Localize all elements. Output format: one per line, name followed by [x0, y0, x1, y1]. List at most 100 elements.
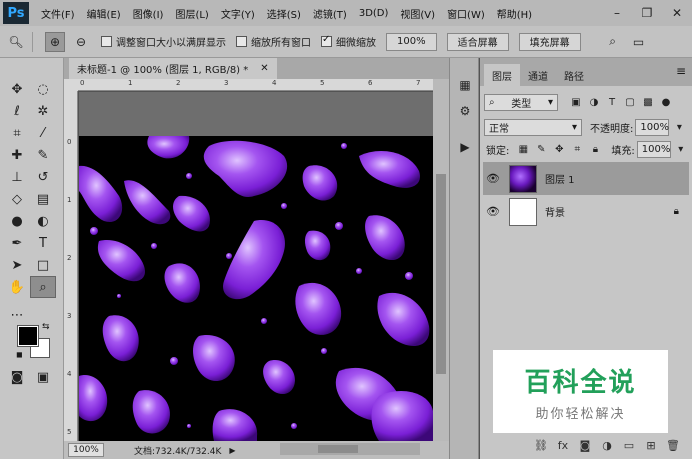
filter-type-icon[interactable]: T [604, 95, 620, 111]
menu-file[interactable]: 文件(F) [41, 6, 75, 21]
document-tab[interactable]: 未标题-1 @ 100% (图层 1, RGB/8) * ✕ [69, 58, 277, 79]
restore-button[interactable]: ❐ [632, 0, 662, 26]
status-menu-arrow-icon[interactable]: ▶ [229, 446, 235, 455]
lock-pixels-icon[interactable]: ✎ [533, 142, 549, 158]
actions-play-icon[interactable]: ▶ [452, 136, 478, 158]
brush-tool-icon[interactable]: ✎ [30, 144, 56, 166]
layer-row[interactable]: 👁︎ 图层 1 [483, 162, 689, 195]
path-selection-tool-icon[interactable]: ➤ [4, 254, 30, 276]
zoom-all-windows-checkbox[interactable]: 缩放所有窗口 [236, 34, 311, 49]
quick-mask-icon[interactable]: ◙ [4, 366, 30, 388]
delete-layer-icon[interactable]: 🗑︎ [662, 439, 684, 452]
clone-stamp-tool-icon[interactable]: ⊥ [4, 166, 30, 188]
opacity-field[interactable]: 100% [635, 119, 670, 136]
default-colors-icon[interactable]: ◼ [16, 350, 23, 359]
scrubby-zoom-checkbox[interactable]: 细微缩放 [321, 34, 376, 49]
dodge-tool-icon[interactable]: ◐ [30, 210, 56, 232]
adjustment-layer-icon[interactable]: ◑ [596, 439, 618, 452]
new-layer-icon[interactable]: ⊞ [640, 439, 662, 452]
horizontal-scrollbar[interactable] [280, 443, 420, 455]
menu-view[interactable]: 视图(V) [400, 6, 435, 21]
rectangle-tool-icon[interactable]: □ [30, 254, 56, 276]
fx-icon[interactable]: fx [552, 439, 574, 452]
layer-name[interactable]: 背景 [545, 204, 565, 219]
options-bar: 🔍︎ ⊕ ⊖ 调整窗口大小以满屏显示 缩放所有窗口 细微缩放 100% 适合屏幕… [0, 26, 692, 58]
history-panel-icon[interactable]: ▦ [452, 74, 478, 96]
tab-paths[interactable]: 路径 [556, 64, 592, 86]
eyedropper-tool-icon[interactable]: ⁄ [30, 122, 56, 144]
fill-field[interactable]: 100% [636, 141, 671, 158]
vertical-ruler: 0 1 2 3 4 5 [64, 91, 78, 441]
resize-windows-checkbox[interactable]: 调整窗口大小以满屏显示 [101, 34, 226, 49]
healing-brush-tool-icon[interactable]: ✚ [4, 144, 30, 166]
minimize-button[interactable]: – [602, 0, 632, 26]
crop-tool-icon[interactable]: ⌗ [4, 122, 30, 144]
menu-3d[interactable]: 3D(D) [359, 8, 389, 19]
menu-edit[interactable]: 编辑(E) [87, 6, 121, 21]
swap-colors-icon[interactable]: ⇆ [42, 322, 50, 332]
properties-panel-icon[interactable]: ⚙ [452, 100, 478, 122]
filter-adjustment-icon[interactable]: ◑ [586, 95, 602, 111]
filter-shape-icon[interactable]: ▢ [622, 95, 638, 111]
filter-kind-select[interactable]: ⌕ 类型 ▾ [484, 94, 558, 111]
lasso-tool-icon[interactable]: ℓ [4, 100, 30, 122]
menu-image[interactable]: 图像(I) [133, 6, 164, 21]
menu-help[interactable]: 帮助(H) [497, 6, 532, 21]
fill-screen-button[interactable]: 填充屏幕 [518, 32, 581, 51]
layer-row[interactable]: 👁︎ 背景 🔒︎ [483, 195, 689, 228]
tab-layers[interactable]: 图层 [484, 64, 520, 86]
filter-pixel-icon[interactable]: ▣ [568, 95, 584, 111]
pen-tool-icon[interactable]: ✒ [4, 232, 30, 254]
panel-menu-icon[interactable]: ≡ [676, 64, 686, 78]
document-canvas[interactable] [79, 136, 433, 441]
zoom-100-button[interactable]: 100% [386, 32, 437, 51]
lock-transparent-icon[interactable]: ▦ [515, 142, 531, 158]
zoom-out-icon[interactable]: ⊖ [71, 32, 91, 52]
blur-tool-icon[interactable]: ● [4, 210, 30, 232]
lock-position-icon[interactable]: ✥ [551, 142, 567, 158]
zoom-in-icon[interactable]: ⊕ [45, 31, 65, 52]
filter-search-icon: ⌕ [489, 97, 495, 108]
foreground-color-swatch[interactable] [17, 325, 39, 347]
tab-channels[interactable]: 通道 [520, 64, 556, 86]
search-icon[interactable]: ⌕ [603, 32, 623, 52]
magic-wand-tool-icon[interactable]: ✲ [30, 100, 56, 122]
layer-mask-icon[interactable]: ◙ [574, 439, 596, 452]
zoom-tool-preset-icon[interactable]: 🔍︎ [6, 32, 26, 52]
scroll-thumb[interactable] [436, 174, 446, 374]
scroll-thumb[interactable] [318, 445, 358, 453]
lock-all-icon[interactable]: 🔒︎ [587, 142, 603, 158]
history-brush-tool-icon[interactable]: ↺ [30, 166, 56, 188]
workspace-icon[interactable]: ▭ [629, 32, 649, 52]
screen-mode-icon[interactable]: ▣ [30, 366, 56, 388]
move-tool-icon[interactable]: ✥ [4, 78, 30, 100]
gradient-tool-icon[interactable]: ▤ [30, 188, 56, 210]
zoom-level-field[interactable]: 100% [68, 443, 104, 457]
marquee-tool-icon[interactable]: ◌ [30, 78, 56, 100]
zoom-tool-icon[interactable]: ⌕ [30, 276, 56, 298]
hand-tool-icon[interactable]: ✋ [4, 276, 30, 298]
fit-screen-button[interactable]: 适合屏幕 [446, 32, 509, 51]
filter-toggle-icon[interactable]: ● [658, 95, 674, 111]
eye-icon[interactable]: 👁︎ [483, 172, 503, 185]
chevron-down-icon[interactable]: ▾ [673, 142, 689, 158]
eye-icon[interactable]: 👁︎ [483, 205, 503, 218]
eraser-tool-icon[interactable]: ◇ [4, 188, 30, 210]
new-group-icon[interactable]: ▭ [618, 439, 640, 452]
menu-layer[interactable]: 图层(L) [175, 6, 208, 21]
menu-window[interactable]: 窗口(W) [447, 6, 485, 21]
menu-filter[interactable]: 滤镜(T) [313, 6, 347, 21]
filter-smart-object-icon[interactable]: ▩ [640, 95, 656, 111]
menu-select[interactable]: 选择(S) [267, 6, 301, 21]
layer-name[interactable]: 图层 1 [545, 171, 575, 186]
blend-mode-select[interactable]: 正常 ▾ [484, 119, 582, 136]
link-layers-icon[interactable]: ⛓ [530, 439, 552, 452]
lock-artboard-icon[interactable]: ⌗ [569, 142, 585, 158]
chevron-down-icon[interactable]: ▾ [671, 120, 687, 136]
menu-type[interactable]: 文字(Y) [221, 6, 255, 21]
type-tool-icon[interactable]: T [30, 232, 56, 254]
vertical-scrollbar[interactable] [433, 79, 449, 441]
close-button[interactable]: ✕ [662, 0, 692, 26]
close-icon[interactable]: ✕ [260, 63, 268, 74]
more-tools-icon[interactable]: ⋯ [4, 304, 30, 326]
